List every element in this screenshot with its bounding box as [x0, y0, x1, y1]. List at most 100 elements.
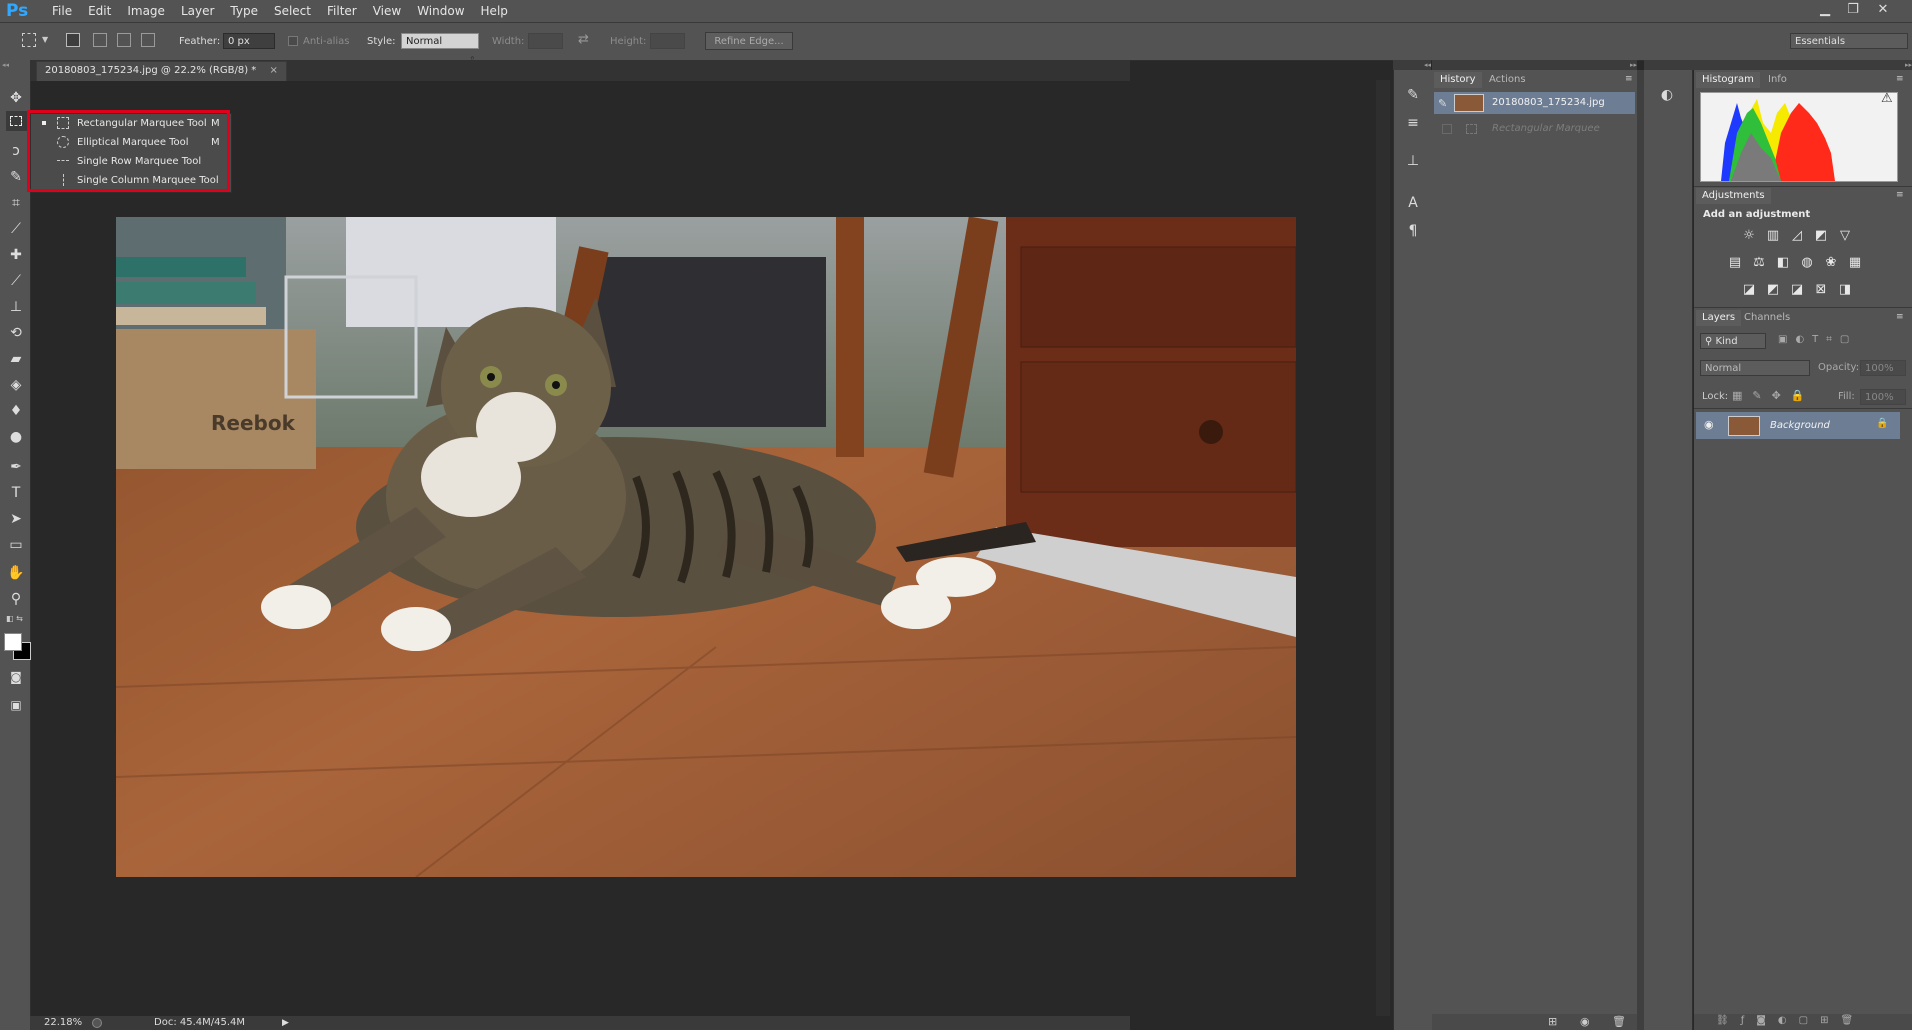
- curves-icon[interactable]: ◿: [1788, 228, 1806, 244]
- character-panel-icon[interactable]: A: [1402, 192, 1424, 214]
- feather-input[interactable]: 0 px: [223, 33, 275, 49]
- layers-menu-icon[interactable]: ≡: [1896, 312, 1904, 322]
- rectangle-tool-icon[interactable]: ▭: [4, 534, 28, 556]
- color-lookup-icon[interactable]: ▦: [1846, 255, 1864, 271]
- brush-presets-icon[interactable]: ✎: [1402, 84, 1424, 106]
- blend-mode-select[interactable]: Normal: [1700, 360, 1810, 376]
- move-tool-icon[interactable]: ✥: [4, 87, 28, 109]
- channel-mixer-icon[interactable]: ❀: [1822, 255, 1840, 271]
- path-selection-tool-icon[interactable]: ➤: [4, 508, 28, 530]
- eraser-tool-icon[interactable]: ▰: [4, 348, 28, 370]
- history-panel-menu-icon[interactable]: ≡: [1625, 74, 1633, 84]
- document-close-icon[interactable]: ×: [270, 65, 278, 76]
- menu-help[interactable]: Help: [473, 0, 516, 22]
- style-select[interactable]: Normal: [401, 33, 479, 49]
- eyedropper-tool-icon[interactable]: ⟋: [4, 218, 28, 240]
- layers-footer-icons[interactable]: ⛓ƒ◙◐▢⊞🗑: [1716, 1015, 1865, 1026]
- add-to-selection-icon[interactable]: [93, 33, 107, 47]
- histogram-menu-icon[interactable]: ≡: [1896, 74, 1904, 84]
- posterize-icon[interactable]: ◩: [1764, 282, 1782, 298]
- brush-panel-icon[interactable]: ≡: [1402, 112, 1424, 134]
- blur-tool-icon[interactable]: ♦: [4, 400, 28, 422]
- menu-edit[interactable]: Edit: [80, 0, 119, 22]
- clone-stamp-tool-icon[interactable]: ⊥: [4, 296, 28, 318]
- toolbox-collapse-icon[interactable]: ◂◂: [2, 62, 28, 69]
- default-colors-icon[interactable]: ◧ ⇆: [6, 614, 23, 623]
- foreground-color-swatch[interactable]: [4, 633, 22, 651]
- menu-layer[interactable]: Layer: [173, 0, 222, 22]
- invert-icon[interactable]: ◪: [1740, 282, 1758, 298]
- workspace-select[interactable]: Essentials: [1790, 33, 1908, 49]
- new-selection-icon[interactable]: [66, 33, 80, 47]
- layer-filter-select[interactable]: ⚲ Kind: [1700, 333, 1766, 349]
- height-input[interactable]: [650, 33, 685, 49]
- history-source-checkbox[interactable]: [1442, 124, 1452, 134]
- pen-tool-icon[interactable]: ✒: [4, 456, 28, 478]
- crop-tool-icon[interactable]: ⌗: [4, 192, 28, 214]
- hand-tool-icon[interactable]: ✋: [4, 562, 28, 584]
- restore-icon[interactable]: ❐: [1842, 2, 1864, 18]
- history-step-row[interactable]: Rectangular Marquee: [1434, 118, 1635, 140]
- marquee-preset-icon[interactable]: [22, 33, 36, 47]
- layer-filter-icons[interactable]: ▣◐T⌗▢: [1778, 334, 1857, 345]
- preset-chevron-icon[interactable]: ▼: [42, 35, 48, 44]
- tab-histogram[interactable]: Histogram: [1696, 72, 1760, 88]
- black-white-icon[interactable]: ◧: [1774, 255, 1792, 271]
- tab-info[interactable]: Info: [1762, 72, 1793, 88]
- right-dock-collapse-icon[interactable]: ▸▸: [1644, 60, 1912, 70]
- document-tab[interactable]: 20180803_175234.jpg @ 22.2% (RGB/8) * ×: [36, 61, 287, 81]
- paragraph-panel-icon[interactable]: ¶: [1402, 220, 1424, 242]
- gradient-map-icon[interactable]: ◨: [1836, 282, 1854, 298]
- zoom-level[interactable]: 22.18%: [44, 1016, 82, 1030]
- quick-selection-tool-icon[interactable]: ✎: [4, 166, 28, 188]
- tab-channels[interactable]: Channels: [1738, 310, 1796, 326]
- tab-adjustments[interactable]: Adjustments: [1696, 188, 1771, 204]
- color-panel-icon[interactable]: ◐: [1656, 84, 1678, 106]
- tab-history[interactable]: History: [1434, 72, 1482, 88]
- quick-mask-icon[interactable]: ◙: [4, 666, 28, 688]
- antialias-checkbox[interactable]: [288, 36, 298, 46]
- menu-image[interactable]: Image: [119, 0, 173, 22]
- screen-mode-icon[interactable]: ▣: [4, 694, 28, 716]
- minimize-icon[interactable]: ▁: [1814, 2, 1836, 18]
- menu-view[interactable]: View: [365, 0, 409, 22]
- vibrance-icon[interactable]: ▽: [1836, 228, 1854, 244]
- document-canvas-image[interactable]: Reebok: [116, 217, 1296, 877]
- hue-saturation-icon[interactable]: ▤: [1726, 255, 1744, 271]
- strip-collapse-icon[interactable]: ◂◂: [1393, 60, 1431, 70]
- zoom-tool-icon[interactable]: ⚲: [4, 588, 28, 610]
- intersect-selection-icon[interactable]: [141, 33, 155, 47]
- exposure-icon[interactable]: ◩: [1812, 228, 1830, 244]
- width-input[interactable]: [528, 33, 563, 49]
- refine-edge-button[interactable]: Refine Edge...: [705, 32, 793, 50]
- levels-icon[interactable]: ▥: [1764, 228, 1782, 244]
- swap-icon[interactable]: ⇄: [578, 32, 589, 47]
- new-document-from-state-icon[interactable]: ⊞: [1548, 1015, 1557, 1028]
- lock-icons[interactable]: ▦✎✥🔒: [1732, 389, 1815, 402]
- history-brush-tool-icon[interactable]: ⟲: [4, 322, 28, 344]
- dodge-tool-icon[interactable]: ●: [4, 426, 28, 448]
- opacity-input[interactable]: 100%: [1860, 360, 1906, 376]
- paint-bucket-tool-icon[interactable]: ◈: [4, 374, 28, 396]
- brush-tool-icon[interactable]: ⟋: [4, 270, 28, 292]
- canvas-scrollbar[interactable]: [1376, 80, 1390, 1016]
- layer-row-background[interactable]: ◉ Background 🔒: [1696, 412, 1900, 439]
- adjustments-menu-icon[interactable]: ≡: [1896, 190, 1904, 200]
- history-snapshot-row[interactable]: ✎ 20180803_175234.jpg: [1434, 92, 1635, 114]
- clone-source-icon[interactable]: ⊥: [1402, 150, 1424, 172]
- menu-file[interactable]: File: [44, 0, 80, 22]
- rectangular-marquee-tool-icon[interactable]: [10, 116, 22, 126]
- new-snapshot-icon[interactable]: ◉: [1580, 1015, 1590, 1028]
- status-info-icon[interactable]: [92, 1018, 102, 1028]
- history-brush-source-icon[interactable]: ✎: [1438, 97, 1447, 110]
- tab-layers[interactable]: Layers: [1696, 310, 1742, 326]
- menu-type[interactable]: Type: [222, 0, 266, 22]
- lasso-tool-icon[interactable]: ↄ: [4, 140, 28, 162]
- healing-brush-tool-icon[interactable]: ✚: [4, 244, 28, 266]
- layer-name[interactable]: Background: [1770, 412, 1830, 439]
- color-balance-icon[interactable]: ⚖: [1750, 255, 1768, 271]
- menu-window[interactable]: Window: [409, 0, 472, 22]
- tab-actions[interactable]: Actions: [1483, 72, 1532, 88]
- histogram-warning-icon[interactable]: ⚠: [1881, 91, 1893, 106]
- type-tool-icon[interactable]: T: [4, 482, 28, 504]
